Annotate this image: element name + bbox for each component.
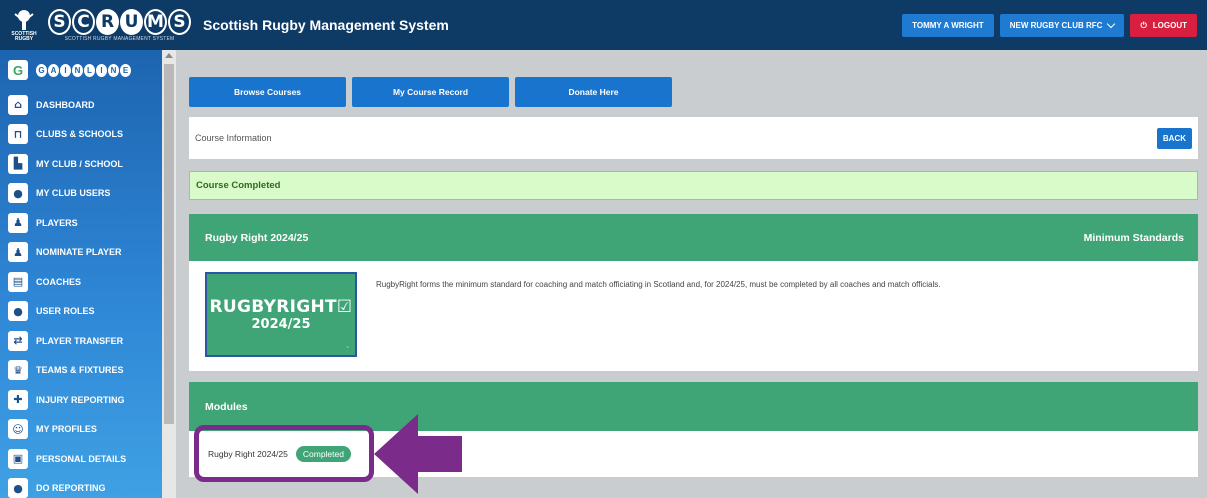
sidebar: G G A I N L I N E ⌂ DASHBOARD ⊓ CLUBS & SC…	[0, 50, 162, 498]
arrow-left-icon	[374, 414, 462, 494]
roles-icon: ●	[8, 301, 28, 322]
transfer-icon: ⇄	[8, 330, 28, 351]
gainline-letter: I	[60, 63, 71, 77]
course-image-year: 2024/25	[251, 317, 311, 332]
course-body: RUGBYRIGHT☑ 2024/25 ~ RugbyRight forms t…	[189, 261, 1198, 371]
course-category: Minimum Standards	[1083, 231, 1184, 244]
sidebar-item-label: MY CLUB USERS	[36, 188, 111, 199]
gainline-letter: A	[48, 63, 59, 77]
sidebar-item-label: CLUBS & SCHOOLS	[36, 129, 124, 140]
player-icon: ♟	[8, 242, 28, 263]
player-icon: ♟	[8, 212, 28, 233]
gainline-icon: G	[8, 60, 28, 80]
sidebar-item-injury-reporting[interactable]: ✚ INJURY REPORTING	[0, 385, 162, 415]
sidebar-item-club-users[interactable]: ● MY CLUB USERS	[0, 179, 162, 209]
gainline-letter: I	[96, 63, 107, 77]
sidebar-item-coaches[interactable]: ▤ COACHES	[0, 267, 162, 297]
scrums-letter: U	[120, 8, 143, 35]
scrums-subtitle: SCOTTISH RUGBY MANAGEMENT SYSTEM	[64, 35, 175, 42]
sidebar-item-gainline[interactable]: G G A I N L I N E	[0, 50, 162, 90]
sidebar-item-label: PLAYERS	[36, 217, 78, 228]
sidebar-item-label: PERSONAL DETAILS	[36, 453, 127, 464]
logout-button[interactable]: ⏻ LOGOUT	[1130, 14, 1197, 37]
gainline-letter: E	[120, 63, 131, 77]
course-information-label: Course Information	[195, 133, 272, 143]
posts-icon: ⊓	[8, 124, 28, 145]
sidebar-item-label: MY PROFILES	[36, 424, 97, 435]
sidebar-item-player-transfer[interactable]: ⇄ PLAYER TRANSFER	[0, 326, 162, 356]
scottish-rugby-logo[interactable]: SCOTTISH RUGBY	[6, 3, 42, 47]
sidebar-item-label: NOMINATE PLAYER	[36, 247, 122, 258]
course-image: RUGBYRIGHT☑ 2024/25 ~	[205, 272, 357, 357]
logo-small-text: SCOTTISH RUGBY	[11, 31, 37, 42]
sidebar-item-teams-fixtures[interactable]: ♛ TEAMS & FIXTURES	[0, 356, 162, 386]
gainline-letter: N	[108, 63, 119, 77]
sidebar-item-players[interactable]: ♟ PLAYERS	[0, 208, 162, 238]
sidebar-item-label: USER ROLES	[36, 306, 95, 317]
club-icon: ▙	[8, 153, 28, 174]
donate-button[interactable]: Donate Here	[515, 77, 672, 107]
course-information-panel: Course Information BACK	[189, 117, 1198, 159]
scrums-letter: R	[96, 8, 119, 35]
club-select[interactable]: NEW RUGBY CLUB RFC	[999, 14, 1125, 37]
sidebar-item-personal-details[interactable]: ▣ PERSONAL DETAILS	[0, 444, 162, 474]
sidebar-item-clubs-schools[interactable]: ⊓ CLUBS & SCHOOLS	[0, 120, 162, 150]
sidebar-item-my-club[interactable]: ▙ MY CLUB / SCHOOL	[0, 149, 162, 179]
scrums-letter: S	[48, 8, 71, 35]
sidebar-item-label: PLAYER TRANSFER	[36, 335, 124, 346]
course-tabs: Browse Courses My Course Record Donate H…	[189, 77, 672, 107]
sidebar-item-dashboard[interactable]: ⌂ DASHBOARD	[0, 90, 162, 120]
gainline-wordmark: G A I N L I N E	[36, 63, 131, 77]
modules-header: Modules	[189, 382, 1198, 431]
club-select-value: NEW RUGBY CLUB RFC	[1009, 21, 1103, 30]
scrollbar-thumb[interactable]	[164, 64, 174, 424]
course-completed-alert: Course Completed	[189, 171, 1198, 200]
top-bar: SCOTTISH RUGBY S C R U M S SCOTTISH RUGB…	[0, 0, 1207, 50]
user-button[interactable]: TOMMY A WRIGHT	[902, 14, 994, 37]
home-icon: ⌂	[8, 94, 28, 115]
course-image-title: RUGBYRIGHT☑	[209, 297, 353, 317]
back-button[interactable]: BACK	[1156, 127, 1192, 149]
thistle-icon	[14, 10, 34, 30]
course-header: Rugby Right 2024/25 Minimum Standards	[189, 214, 1198, 261]
sidebar-item-user-roles[interactable]: ● USER ROLES	[0, 297, 162, 327]
details-icon: ▣	[8, 448, 28, 469]
app-title: Scottish Rugby Management System	[203, 17, 449, 33]
course-description: RugbyRight forms the minimum standard fo…	[376, 280, 941, 289]
scrums-letter: M	[144, 8, 167, 35]
scrums-logo[interactable]: S C R U M S SCOTTISH RUGBY MANAGEMENT SY…	[48, 8, 191, 42]
scrums-letter: C	[72, 8, 95, 35]
gainline-letter: L	[84, 63, 95, 77]
profile-icon: ☺	[8, 419, 28, 440]
signature-mark: ~	[346, 345, 349, 351]
sidebar-item-nominate-player[interactable]: ♟ NOMINATE PLAYER	[0, 238, 162, 268]
clipboard-icon: ▤	[8, 271, 28, 292]
trophy-icon: ♛	[8, 360, 28, 381]
scrums-letter: S	[168, 8, 191, 35]
sidebar-item-label: MY CLUB / SCHOOL	[36, 158, 123, 169]
gainline-letter: N	[72, 63, 83, 77]
sidebar-item-label: COACHES	[36, 276, 82, 287]
user-name: TOMMY A WRIGHT	[912, 21, 984, 30]
injury-icon: ✚	[8, 389, 28, 410]
sidebar-item-label: INJURY REPORTING	[36, 394, 125, 405]
my-course-record-button[interactable]: My Course Record	[352, 77, 509, 107]
scroll-up-icon[interactable]	[165, 53, 173, 58]
report-icon: ●	[8, 478, 28, 498]
sidebar-item-label: TEAMS & FIXTURES	[36, 365, 124, 376]
browse-courses-button[interactable]: Browse Courses	[189, 77, 346, 107]
sidebar-item-label: DASHBOARD	[36, 99, 95, 110]
gainline-letter: G	[36, 63, 47, 77]
course-title: Rugby Right 2024/25	[205, 231, 309, 244]
sidebar-scrollbar[interactable]	[162, 50, 176, 498]
sidebar-item-my-profiles[interactable]: ☺ MY PROFILES	[0, 415, 162, 445]
logout-label: LOGOUT	[1152, 21, 1187, 30]
sidebar-item-do-reporting[interactable]: ● DO REPORTING	[0, 474, 162, 498]
highlight-box	[194, 425, 374, 482]
chevron-down-icon	[1107, 19, 1116, 29]
users-icon: ●	[8, 183, 28, 204]
power-icon: ⏻	[1140, 20, 1147, 30]
sidebar-item-label: DO REPORTING	[36, 483, 106, 494]
